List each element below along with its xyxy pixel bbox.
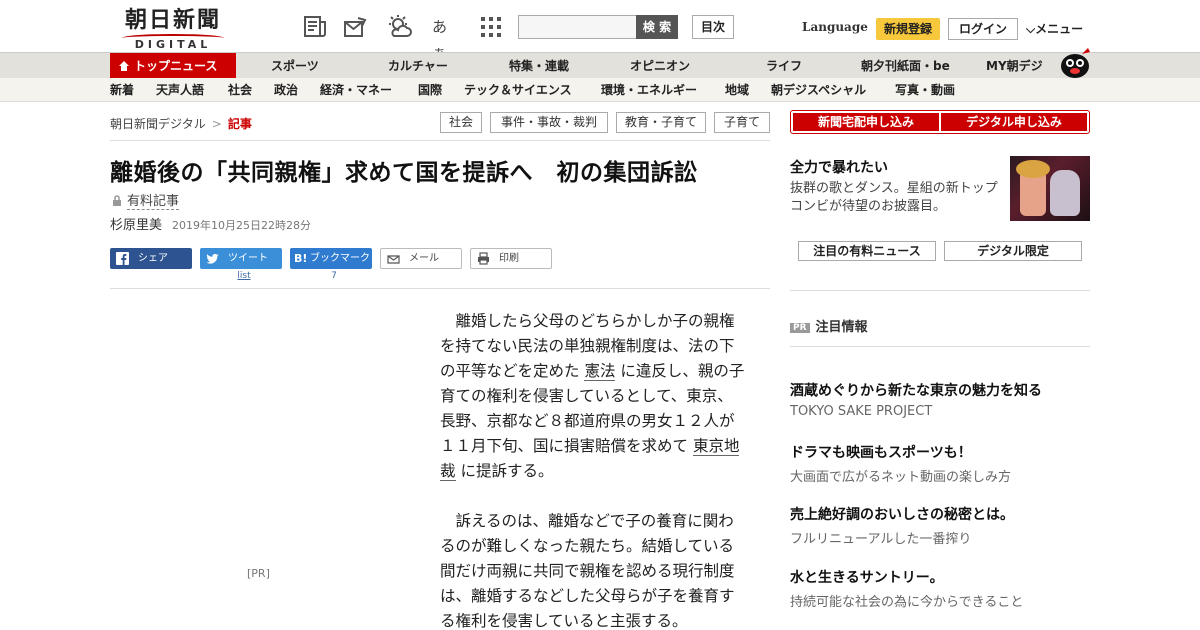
pr-item[interactable]: 酒蔵めぐりから新たな東京の魅力を知る TOKYO SAKE PROJECT — [790, 380, 1090, 419]
envelope-icon — [387, 255, 400, 264]
tag-education[interactable]: 教育・子育て — [616, 112, 706, 133]
search-button[interactable]: 検 索 — [636, 15, 678, 39]
menu-label: メニュー — [1035, 22, 1084, 36]
subscription-box: 新聞宅配申し込み デジタル申し込み — [790, 110, 1090, 134]
pr-item[interactable]: ドラマも映画もスポーツも！ 大画面で広がるネット動画の楽しみ方 — [790, 442, 1090, 485]
pr-badge: PR — [790, 323, 810, 333]
nav-features[interactable]: 特集・連載 — [509, 53, 569, 79]
table-of-contents-button[interactable]: 目次 — [692, 15, 734, 39]
divider — [790, 346, 1090, 347]
nav-paper[interactable]: 朝夕刊紙面・be — [861, 53, 950, 79]
byline: 杉原里美 2019年10月25日22時28分 — [110, 214, 311, 233]
nav-sports[interactable]: スポーツ — [271, 53, 319, 79]
subnav-tech-science[interactable]: テック＆サイエンス — [464, 78, 572, 102]
publish-date: 2019年10月25日22時28分 — [172, 219, 311, 232]
grid-icon[interactable] — [478, 14, 504, 40]
sub-nav: 新着 天声人語 社会 政治 経済・マネー 国際 テック＆サイエンス 環境・エネル… — [0, 78, 1200, 102]
article-paragraph: 離婚したら父母のどちらかしか子の親権を持てない民法の単独親権制度は、法の下の平等… — [440, 312, 745, 481]
subnav-politics[interactable]: 政治 — [274, 78, 298, 102]
twitter-icon — [206, 253, 219, 264]
asahi-digital-logo[interactable]: 朝日新聞 DIGITAL — [114, 8, 232, 51]
tag-society[interactable]: 社会 — [440, 112, 482, 133]
subnav-economy[interactable]: 経済・マネー — [320, 78, 392, 102]
paid-article-label: 有料記事 — [112, 190, 180, 210]
article-body: 離婚したら父母のどちらかしか子の親権を持てない民法の単独親権制度は、法の下の平等… — [440, 309, 748, 630]
newspaper-icon[interactable] — [302, 14, 328, 40]
pr-item[interactable]: 売上絶好調のおいしさの秘密とは。 フルリニューアルした一番搾り — [790, 504, 1090, 547]
article-title: 離婚後の「共同親権」求めて国を提訴へ 初の集団訴訟 — [110, 160, 698, 186]
divider — [790, 290, 1090, 291]
language-link[interactable]: Language — [802, 20, 868, 34]
main-nav: トップニュース スポーツ カルチャー 特集・連載 オピニオン ライフ 朝夕刊紙面… — [0, 52, 1200, 79]
subnav-photo-video[interactable]: 写真・動画 — [895, 78, 955, 102]
nav-top-news[interactable]: トップニュース — [110, 53, 236, 79]
subnav-environment[interactable]: 環境・エネルギー — [601, 78, 697, 102]
printer-icon — [478, 252, 489, 265]
newspaper-subscribe-button[interactable]: 新聞宅配申し込み — [793, 113, 939, 131]
hatena-count: 7 — [331, 271, 337, 281]
pr-item[interactable]: 水と生きるサントリー。 持続可能な社会の為に今からできること — [790, 567, 1090, 610]
register-button[interactable]: 新規登録 — [876, 18, 940, 40]
print-button[interactable]: 印刷 — [470, 248, 552, 269]
search-input[interactable] — [518, 15, 636, 39]
site-header: 朝日新聞 DIGITAL あぁ 検 索 目次 Language 新規登録 ログイ… — [0, 0, 1200, 62]
weather-icon[interactable] — [386, 14, 412, 40]
tag-parenting[interactable]: 子育て — [714, 112, 770, 133]
tag-incidents[interactable]: 事件・事故・裁判 — [490, 112, 608, 133]
mail-icon[interactable] — [342, 14, 368, 40]
breadcrumb-current: 記事 — [227, 117, 252, 131]
tab-paid-news[interactable]: 注目の有料ニュース — [798, 241, 936, 261]
promo-text: 抜群の歌とダンス。星組の新トップコンビが待望のお披露目。 — [790, 181, 998, 214]
nav-life[interactable]: ライフ — [766, 53, 802, 79]
font-size-icon[interactable]: あぁ — [432, 14, 458, 62]
nav-opinion[interactable]: オピニオン — [630, 53, 690, 79]
tab-digital-only[interactable]: デジタル限定 — [944, 241, 1082, 261]
twitter-count[interactable]: list — [236, 271, 252, 281]
divider — [110, 140, 770, 141]
pr-section-heading: PR 注目情報 — [790, 316, 868, 335]
subnav-tensei-jingo[interactable]: 天声人語 — [156, 78, 204, 102]
chevron-down-icon: ⌵ — [1026, 22, 1036, 36]
nav-culture[interactable]: カルチャー — [388, 53, 448, 79]
article-paragraph: 訴えるのは、離婚などで子の養育に関わるのが難しくなった親たち。結婚している間だけ… — [440, 512, 735, 630]
mail-share-button[interactable]: メール — [380, 248, 462, 269]
subnav-society[interactable]: 社会 — [228, 78, 252, 102]
author-name: 杉原里美 — [110, 218, 163, 233]
link-kenpo[interactable]: 憲法 — [584, 362, 616, 381]
facebook-icon — [116, 252, 129, 265]
breadcrumb: 朝日新聞デジタル > 記事 — [110, 117, 252, 131]
facebook-share-button[interactable]: シェア — [110, 248, 192, 269]
home-icon — [119, 61, 129, 71]
hatena-bookmark-button[interactable]: B! ブックマーク — [290, 248, 372, 269]
ad-pr-label: [PR] — [247, 567, 270, 580]
lock-icon — [113, 195, 121, 206]
menu-button[interactable]: ⌵メニュー — [1026, 20, 1083, 37]
subnav-special[interactable]: 朝デジスペシャル — [771, 78, 866, 102]
divider — [110, 288, 770, 289]
login-button[interactable]: ログイン — [948, 18, 1018, 40]
breadcrumb-home[interactable]: 朝日新聞デジタル — [110, 117, 206, 131]
subnav-region[interactable]: 地域 — [725, 78, 749, 102]
hatena-icon: B! — [294, 252, 308, 265]
subnav-latest[interactable]: 新着 — [110, 78, 134, 102]
mascot-icon — [1061, 48, 1090, 78]
digital-subscribe-button[interactable]: デジタル申し込み — [941, 113, 1087, 131]
promo-title[interactable]: 全力で暴れたい — [790, 157, 888, 177]
subnav-international[interactable]: 国際 — [418, 78, 442, 102]
nav-my-asadigi[interactable]: MY朝デジ — [986, 53, 1043, 79]
twitter-share-button[interactable]: ツイート — [200, 248, 282, 269]
promo-image[interactable] — [1010, 156, 1090, 221]
